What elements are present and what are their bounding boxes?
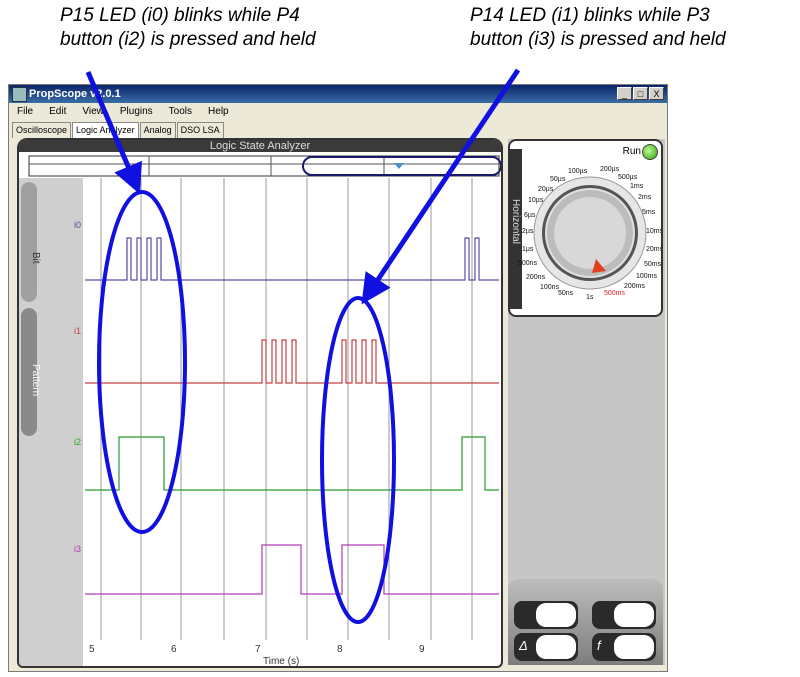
analyzer-canvas: Bit Pattern i0 i1 i2 i3 5 6 7 8 9 Time (… (19, 155, 501, 666)
dial-label-100us: 100µs (568, 168, 588, 175)
horizontal-panel: Horizontal 100µs 200µs 50µs 500µs 20µs 1… (508, 139, 663, 317)
tab-oscilloscope[interactable]: Oscilloscope (12, 122, 72, 138)
tab-logic-analyzer[interactable]: Logic Analyzer (72, 122, 139, 138)
dial-label-200ns: 200ns (526, 274, 546, 281)
dial-label-2us: 2µs (522, 228, 534, 235)
menu-edit[interactable]: Edit (41, 103, 74, 121)
app-icon (12, 87, 27, 102)
waveform-i3 (85, 544, 499, 595)
window-title: PropScope v2.0.1 (29, 88, 121, 100)
dial-label-50ms: 50ms (644, 261, 661, 268)
channel-label-i3: i3 (74, 544, 81, 554)
x-tick-7: 7 (255, 644, 261, 655)
menu-plugins[interactable]: Plugins (112, 103, 161, 121)
title-bar: PropScope v2.0.1 _ □ X (9, 85, 667, 103)
dial-label-2ms: 2ms (638, 194, 652, 201)
channel-label-i2: i2 (74, 437, 81, 447)
dial-label-200ms: 200ms (624, 283, 646, 290)
logic-analyzer-panel: Logic State Analyzer Bit Pattern i0 i1 i… (17, 138, 503, 668)
waveform-i1 (85, 339, 499, 384)
dial-label-1ms: 1ms (630, 183, 644, 190)
channel-label-i1: i1 (74, 326, 81, 336)
run-label: Run (622, 146, 641, 157)
menu-file[interactable]: File (9, 103, 41, 121)
dial-label-5ms: 5ms (642, 209, 656, 216)
delta-icon: Δ (519, 638, 528, 653)
menu-view[interactable]: View (74, 103, 112, 121)
side-tab-pattern-label: Pattern (30, 364, 41, 396)
dial-label-20us: 20µs (538, 186, 554, 193)
right-control-panel: Horizontal 100µs 200µs 50µs 500µs 20µs 1… (508, 139, 665, 665)
overview-strip[interactable] (28, 155, 500, 177)
dial-label-500ms-selected: 500ms (604, 290, 626, 297)
dial-label-100ms: 100ms (636, 273, 658, 280)
dial-label-50us: 50µs (550, 176, 566, 183)
waveform-i0 (85, 237, 499, 281)
menu-tools[interactable]: Tools (161, 103, 200, 121)
dial-label-20ms: 20ms (646, 246, 661, 253)
side-tab-bit[interactable] (21, 182, 37, 302)
dial-label-200us: 200µs (600, 166, 620, 173)
annotation-right: P14 LED (i1) blinks while P3 button (i3)… (470, 5, 726, 50)
dial-knob-face (554, 197, 626, 269)
dial-label-100ns: 100ns (540, 284, 560, 291)
x-axis-label: Time (s) (263, 656, 299, 666)
tab-analog[interactable]: Analog (139, 122, 176, 138)
measure-top-left[interactable] (514, 601, 578, 629)
tab-strip: Oscilloscope Logic Analyzer Analog DSO L… (12, 122, 225, 138)
channel-label-i0: i0 (74, 220, 81, 230)
x-tick-8: 8 (337, 644, 343, 655)
menu-help[interactable]: Help (200, 103, 237, 121)
window-controls: _ □ X (617, 87, 664, 100)
dial-label-10us: 10µs (528, 197, 544, 204)
x-tick-5: 5 (89, 644, 95, 655)
dial-label-10ms: 10ms (646, 228, 661, 235)
horizontal-label: Horizontal (510, 199, 521, 244)
menu-bar: File Edit View Plugins Tools Help (9, 103, 667, 121)
minimize-button[interactable]: _ (617, 87, 632, 100)
measurement-panel: Δ f (508, 579, 663, 665)
dial-label-500ns: 500ns (518, 260, 538, 267)
tab-dso-lsa[interactable]: DSO LSA (176, 122, 224, 138)
side-tab-bit-label: Bit (30, 252, 41, 264)
app-window: PropScope v2.0.1 _ □ X File Edit View Pl… (8, 84, 668, 672)
x-tick-6: 6 (171, 644, 177, 655)
x-tick-9: 9 (419, 644, 425, 655)
close-button[interactable]: X (649, 87, 664, 100)
annotation-left: P15 LED (i0) blinks while P4 button (i2)… (60, 5, 316, 50)
run-indicator-icon[interactable] (642, 144, 658, 160)
dial-label-50ns: 50ns (558, 290, 574, 297)
waveform-i2 (85, 436, 499, 491)
dial-label-6us: 6µs (524, 212, 536, 219)
measure-top-right[interactable] (592, 601, 656, 629)
frequency-measure-button[interactable]: f (592, 633, 656, 661)
frequency-icon: f (597, 638, 601, 653)
dial-label-1us: 1µs (522, 246, 534, 253)
delta-measure-button[interactable]: Δ (514, 633, 578, 661)
dial-label-500us: 500µs (618, 174, 638, 181)
maximize-button[interactable]: □ (633, 87, 648, 100)
dial-label-1s: 1s (586, 294, 594, 301)
timebase-dial[interactable]: Horizontal 100µs 200µs 50µs 500µs 20µs 1… (510, 141, 661, 315)
